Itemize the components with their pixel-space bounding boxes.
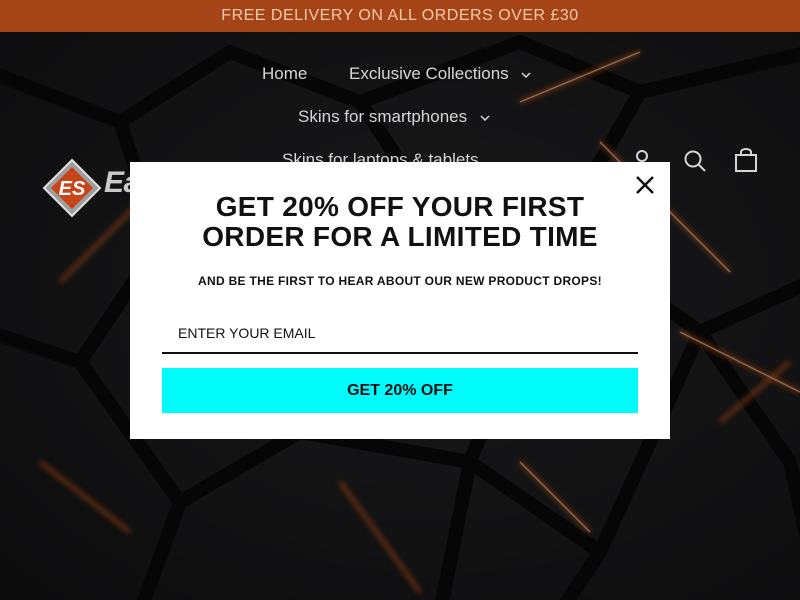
announcement-text: FREE DELIVERY ON ALL ORDERS OVER £30	[221, 7, 579, 24]
svg-text:ES: ES	[59, 178, 86, 200]
nav-item-label: Home	[262, 64, 308, 83]
chevron-down-icon	[480, 114, 490, 121]
nav-item-exclusive-collections[interactable]: Exclusive Collections	[349, 64, 531, 84]
search-icon	[684, 150, 706, 172]
popup-title: GET 20% OFF YOUR FIRST ORDER FOR A LIMIT…	[150, 192, 650, 252]
nav-item-label: Skins for smartphones	[298, 107, 468, 126]
chevron-down-icon	[521, 71, 531, 78]
popup-title-line-1: GET 20% OFF YOUR FIRST	[215, 191, 585, 222]
popup-subtitle: AND BE THE FIRST TO HEAR ABOUT OUR NEW P…	[198, 274, 602, 288]
email-field[interactable]	[162, 314, 638, 354]
newsletter-popup: GET 20% OFF YOUR FIRST ORDER FOR A LIMIT…	[130, 162, 670, 439]
cart-button[interactable]	[734, 147, 758, 178]
nav-item-label: Exclusive Collections	[349, 64, 509, 83]
get-discount-button[interactable]: GET 20% OFF	[162, 368, 638, 413]
announcement-bar: FREE DELIVERY ON ALL ORDERS OVER £30	[0, 0, 800, 32]
nav-item-skins-for-smartphones[interactable]: Skins for smartphones	[298, 107, 490, 127]
nav-item-home[interactable]: Home	[262, 64, 307, 84]
logo-mark-icon: ES	[42, 158, 102, 218]
popup-title-line-2: ORDER FOR A LIMITED TIME	[202, 221, 598, 252]
search-button[interactable]	[683, 149, 707, 178]
cart-icon	[735, 148, 757, 172]
